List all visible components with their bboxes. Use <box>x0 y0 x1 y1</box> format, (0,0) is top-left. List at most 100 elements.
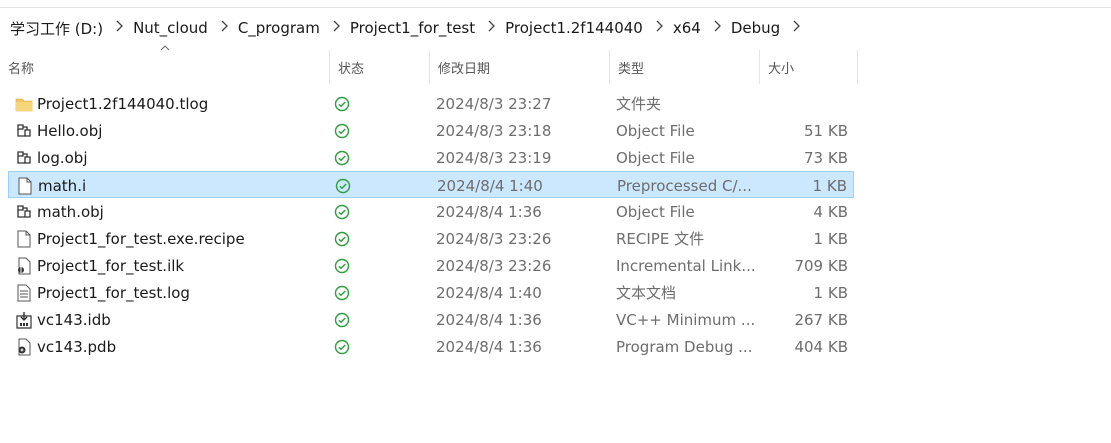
sync-status-cell <box>334 90 350 117</box>
sync-status-cell <box>335 172 351 199</box>
blank-file-icon <box>14 229 34 249</box>
ilk-file-icon <box>14 256 34 276</box>
file-row[interactable]: Project1.2f144040.tlog 2024/8/3 23:27 文件夹 <box>8 90 854 117</box>
file-type: 文本文档 <box>616 284 677 302</box>
sync-ok-icon <box>334 123 350 138</box>
file-size: 51 KB <box>804 121 848 140</box>
file-name-cell[interactable]: Hello.obj <box>14 117 102 144</box>
file-name: vc143.idb <box>37 310 111 329</box>
sync-ok-icon <box>334 285 350 300</box>
file-type: Incremental Link... <box>616 256 756 275</box>
column-header-date-label: 修改日期 <box>438 61 491 77</box>
file-name-cell[interactable]: vc143.pdb <box>14 333 116 360</box>
breadcrumb-item[interactable]: 学习工作 (D:) <box>0 18 103 39</box>
column-header-name[interactable]: 名称 <box>0 50 330 84</box>
sync-ok-icon <box>334 339 350 354</box>
file-name-cell[interactable]: Project1_for_test.log <box>14 279 190 306</box>
file-row[interactable]: Project1_for_test.ilk 2024/8/3 23:26 Incre… <box>8 252 854 279</box>
file-type: Preprocessed C/... <box>617 176 752 195</box>
file-name: math.obj <box>37 202 104 221</box>
breadcrumb-item[interactable]: Debug <box>721 19 780 37</box>
breadcrumb[interactable]: 学习工作 (D:) Nut_cloud C_program Project1_for_… <box>0 14 1111 42</box>
file-name-cell[interactable]: Project1_for_test.exe.recipe <box>14 225 245 252</box>
file-size: 404 KB <box>794 337 848 356</box>
file-name-cell[interactable]: log.obj <box>14 144 88 171</box>
breadcrumb-item[interactable]: Nut_cloud <box>123 19 208 37</box>
column-header-date[interactable]: 修改日期 <box>430 50 610 84</box>
file-type: Program Debug ... <box>616 337 753 356</box>
file-date: 2024/8/4 1:36 <box>436 310 542 329</box>
file-size: 267 KB <box>794 310 848 329</box>
sync-ok-icon <box>335 178 351 193</box>
breadcrumb-item[interactable]: Project1.2f144040 <box>495 19 643 37</box>
file-name: Project1.2f144040.tlog <box>37 94 209 113</box>
sync-ok-icon <box>334 204 350 219</box>
file-row[interactable]: vc143.idb 2024/8/4 1:36 VC++ Minimum ... 26… <box>8 306 854 333</box>
file-type: Object File <box>616 148 695 167</box>
file-row[interactable]: math.i 2024/8/4 1:40 Preprocessed C/... 1 K… <box>8 171 854 198</box>
file-name: log.obj <box>37 148 88 167</box>
column-header-type[interactable]: 类型 <box>610 50 760 84</box>
file-row[interactable]: vc143.pdb 2024/8/4 1:36 Program Debug ... 4… <box>8 333 854 360</box>
column-header-name-label: 名称 <box>8 61 35 77</box>
file-type: 文件夹 <box>616 95 662 113</box>
file-row[interactable]: Project1_for_test.log 2024/8/4 1:40 文本文档 1 … <box>8 279 854 306</box>
file-name: math.i <box>38 176 87 195</box>
file-type: VC++ Minimum ... <box>616 310 756 329</box>
file-size: 73 KB <box>804 148 848 167</box>
file-row[interactable]: math.obj 2024/8/4 1:36 Object File 4 KB <box>8 198 854 225</box>
chevron-right-icon[interactable] <box>780 20 801 36</box>
file-size: 709 KB <box>794 256 848 275</box>
sync-status-cell <box>334 279 350 306</box>
folder-icon <box>14 94 34 114</box>
file-date: 2024/8/3 23:19 <box>436 148 552 167</box>
column-header-status[interactable]: 状态 <box>330 50 430 84</box>
file-date: 2024/8/3 23:27 <box>436 94 552 113</box>
file-row[interactable]: Hello.obj 2024/8/3 23:18 Object File 51 KB <box>8 117 854 144</box>
file-size: 1 KB <box>813 229 848 248</box>
sync-status-cell <box>334 144 350 171</box>
column-header-size-label: 大小 <box>768 61 795 77</box>
obj-file-icon <box>14 148 34 168</box>
chevron-right-icon[interactable] <box>475 20 496 36</box>
file-name-cell[interactable]: Project1_for_test.ilk <box>14 252 184 279</box>
column-header-size[interactable]: 大小 <box>760 50 858 84</box>
file-row[interactable]: log.obj 2024/8/3 23:19 Object File 73 KB <box>8 144 854 171</box>
file-size: 4 KB <box>813 202 848 221</box>
obj-file-icon <box>14 202 34 222</box>
sync-status-cell <box>334 333 350 360</box>
sync-ok-icon <box>334 231 350 246</box>
file-row[interactable]: Project1_for_test.exe.recipe 2024/8/3 23:… <box>8 225 854 252</box>
file-name-cell[interactable]: math.i <box>15 172 86 199</box>
sync-status-cell <box>334 252 350 279</box>
breadcrumb-item[interactable]: C_program <box>228 19 320 37</box>
column-header-status-label: 状态 <box>338 61 365 77</box>
sync-status-cell <box>334 117 350 144</box>
idb-file-icon <box>14 310 34 330</box>
file-name: Project1_for_test.exe.recipe <box>37 229 245 248</box>
sync-ok-icon <box>334 96 350 111</box>
file-date: 2024/8/4 1:40 <box>437 176 543 195</box>
obj-file-icon <box>14 121 34 141</box>
sync-ok-icon <box>334 150 350 165</box>
file-name-cell[interactable]: vc143.idb <box>14 306 111 333</box>
file-type: RECIPE 文件 <box>616 230 705 248</box>
chevron-right-icon[interactable] <box>208 20 228 36</box>
chevron-right-icon[interactable] <box>103 20 123 36</box>
file-type: Object File <box>616 202 695 221</box>
sync-status-cell <box>334 198 350 225</box>
file-name-cell[interactable]: Project1.2f144040.tlog <box>14 90 208 117</box>
file-name: Project1_for_test.ilk <box>37 256 185 275</box>
pdb-file-icon <box>14 337 34 357</box>
chevron-right-icon[interactable] <box>701 20 721 36</box>
chevron-right-icon[interactable] <box>643 20 663 36</box>
blank-file-icon <box>15 176 35 196</box>
chevron-right-icon[interactable] <box>320 20 340 36</box>
file-name-cell[interactable]: math.obj <box>14 198 104 225</box>
file-size: 1 KB <box>812 176 847 195</box>
file-date: 2024/8/4 1:36 <box>436 202 542 221</box>
breadcrumb-item[interactable]: x64 <box>663 19 701 37</box>
sync-status-cell <box>334 225 350 252</box>
breadcrumb-item[interactable]: Project1_for_test <box>340 19 475 37</box>
file-name: Project1_for_test.log <box>37 283 190 302</box>
